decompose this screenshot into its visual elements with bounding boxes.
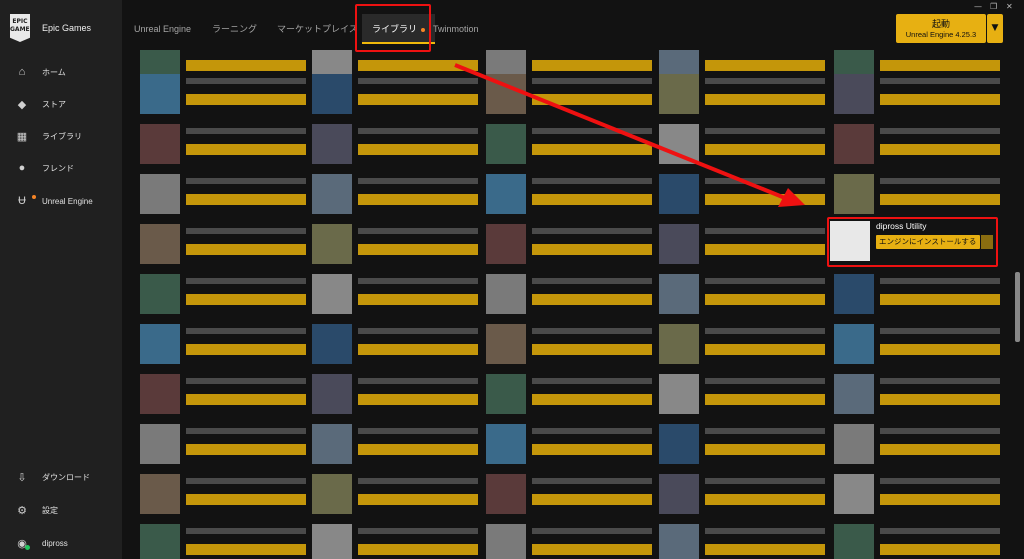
scrollbar[interactable]: [1015, 272, 1020, 342]
annotation-arrow: [454, 63, 805, 207]
